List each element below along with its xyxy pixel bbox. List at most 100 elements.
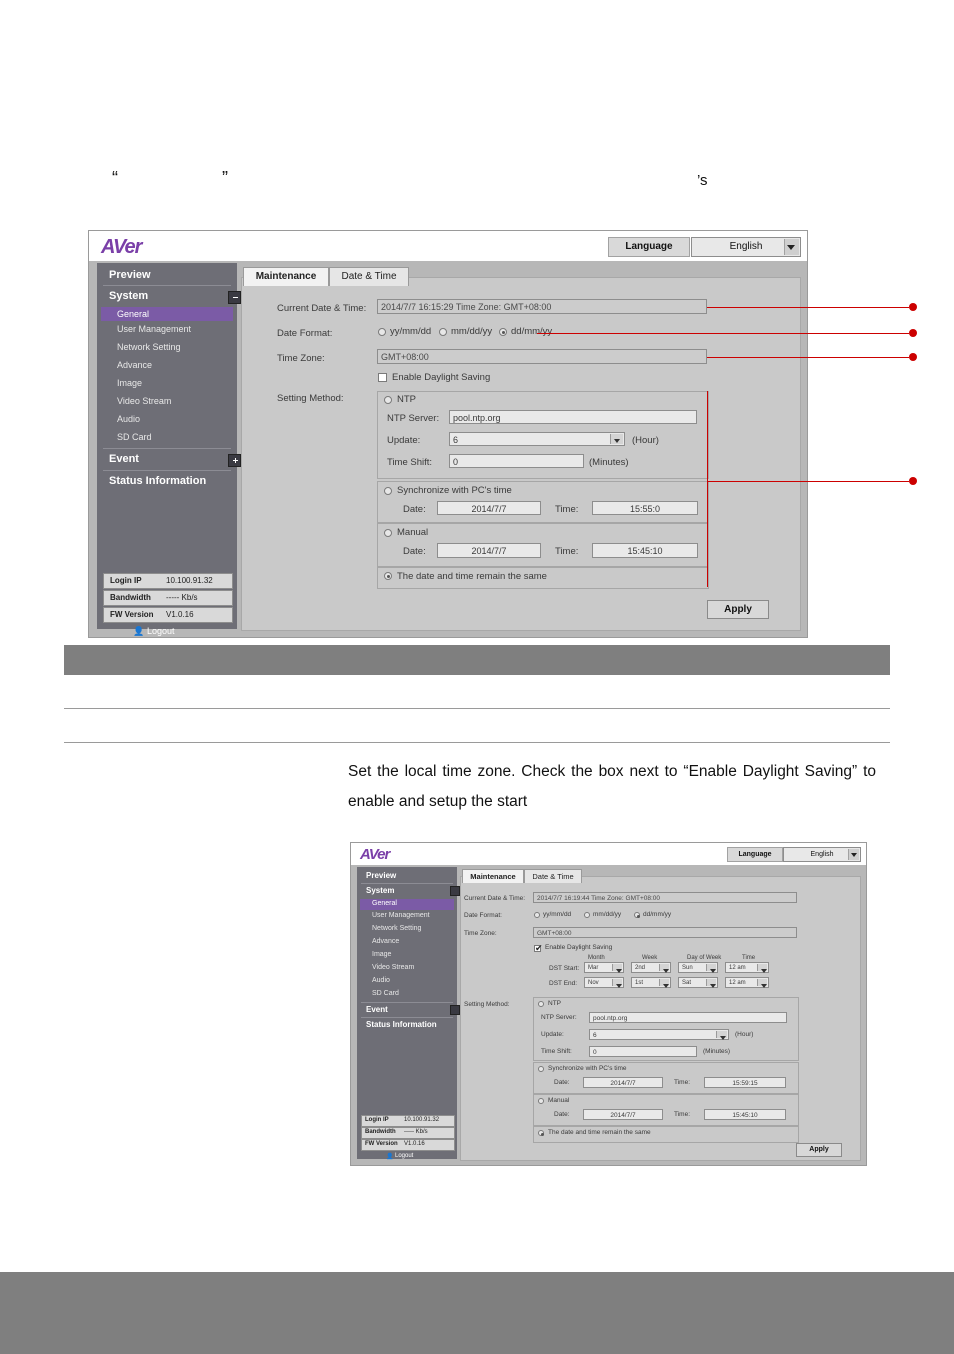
dst-start-time-select[interactable]: 12 am bbox=[725, 962, 769, 973]
dst-start-day-select[interactable]: Sun bbox=[678, 962, 718, 973]
chevron-down-icon[interactable] bbox=[706, 964, 716, 973]
manual-date-field[interactable]: 2014/7/7 bbox=[437, 543, 541, 558]
language-select[interactable]: English bbox=[691, 237, 801, 257]
chevron-down-icon[interactable] bbox=[757, 964, 767, 973]
sync-date-value: 2014/7/7 bbox=[471, 504, 507, 514]
sidebar-item-network-setting[interactable]: Network Setting bbox=[97, 342, 257, 352]
dst-start-week-select[interactable]: 2nd bbox=[631, 962, 671, 973]
sidebar-item-status-information[interactable]: Status Information bbox=[97, 475, 249, 487]
sync-time-field[interactable]: 15:55:0 bbox=[592, 501, 698, 515]
radio-date-format-ddmmyy[interactable] bbox=[499, 328, 507, 336]
radio-remain-same[interactable] bbox=[384, 572, 392, 580]
radio2-manual[interactable] bbox=[538, 1098, 544, 1104]
sidebar-item-sd-card[interactable]: SD Card bbox=[97, 432, 257, 442]
time-shift-field-2[interactable]: 0 bbox=[589, 1046, 697, 1057]
sidebar2-item-video-stream[interactable]: Video Stream bbox=[357, 964, 472, 971]
sidebar-item-audio[interactable]: Audio bbox=[97, 414, 257, 424]
manual-time-field-2[interactable]: 15:45:10 bbox=[704, 1109, 786, 1120]
dst-col-month: Month bbox=[588, 955, 605, 961]
tab2-maintenance[interactable]: Maintenance bbox=[462, 869, 524, 883]
sidebar2-item-audio[interactable]: Audio bbox=[357, 977, 472, 984]
sidebar2-item-event[interactable]: Event bbox=[357, 1005, 466, 1015]
sidebar-item-preview[interactable]: Preview bbox=[97, 269, 249, 281]
radio2-ntp[interactable] bbox=[538, 1001, 544, 1007]
sidebar2-item-advance[interactable]: Advance bbox=[357, 938, 472, 945]
current-datetime-label-2: Current Date & Time: bbox=[464, 895, 526, 902]
update-select[interactable]: 6 bbox=[449, 432, 625, 446]
tab2-date-time[interactable]: Date & Time bbox=[524, 869, 582, 883]
sidebar-item-event[interactable]: Event bbox=[97, 453, 249, 467]
sidebar2-item-network-setting[interactable]: Network Setting bbox=[357, 925, 472, 932]
sidebar-item-system[interactable]: System bbox=[97, 290, 249, 304]
sidebar2-item-sd-card[interactable]: SD Card bbox=[357, 990, 472, 997]
radio-manual[interactable] bbox=[384, 529, 392, 537]
sidebar2-item-user-management[interactable]: User Management bbox=[357, 912, 472, 919]
radio2-date-format-yymmdd[interactable] bbox=[534, 912, 540, 918]
sync-time-label: Time: bbox=[555, 504, 579, 515]
time-zone-label-2: Time Zone: bbox=[464, 930, 497, 937]
dst-end-month-select[interactable]: Nov bbox=[584, 977, 624, 988]
chevron-down-icon[interactable] bbox=[612, 964, 622, 973]
sidebar-item-label: General bbox=[117, 309, 150, 319]
sidebar2-item-status-information[interactable]: Status Information bbox=[357, 1020, 466, 1029]
sidebar2-item-general[interactable]: General bbox=[360, 899, 454, 910]
quote-open-mark: “ bbox=[112, 168, 118, 188]
radio-date-format-mmddyy[interactable] bbox=[439, 328, 447, 336]
apply-button-2[interactable]: Apply bbox=[796, 1143, 842, 1157]
expander-minus-icon[interactable] bbox=[450, 886, 460, 896]
radio-date-format-yymmdd[interactable] bbox=[378, 328, 386, 336]
update-select-2[interactable]: 6 bbox=[589, 1029, 729, 1040]
manual-date-field-2[interactable]: 2014/7/7 bbox=[583, 1109, 663, 1120]
time-zone-field[interactable]: GMT+08:00 bbox=[377, 349, 707, 364]
language-value: English bbox=[729, 241, 763, 252]
enable-daylight-saving-label-2: Enable Daylight Saving bbox=[545, 944, 613, 951]
sidebar-item-video-stream[interactable]: Video Stream bbox=[97, 396, 257, 406]
sync-date-field-2[interactable]: 2014/7/7 bbox=[583, 1077, 663, 1088]
logout-button[interactable]: 👤 Logout bbox=[133, 626, 175, 636]
chevron-down-icon[interactable] bbox=[659, 964, 669, 973]
sidebar2-item-image[interactable]: Image bbox=[357, 951, 472, 958]
apply-button[interactable]: Apply bbox=[707, 600, 769, 619]
chevron-down-icon[interactable] bbox=[757, 979, 767, 988]
chevron-down-icon[interactable] bbox=[659, 979, 669, 988]
tab-maintenance[interactable]: Maintenance bbox=[243, 267, 329, 286]
expander-plus-icon[interactable] bbox=[450, 1005, 460, 1015]
manual-time-field[interactable]: 15:45:10 bbox=[592, 543, 698, 558]
time-zone-field-2[interactable]: GMT+08:00 bbox=[533, 927, 797, 938]
chevron-down-icon[interactable] bbox=[716, 1031, 727, 1040]
login-ip-value: 10.100.91.32 bbox=[404, 1117, 440, 1123]
sync-time-field-2[interactable]: 15:59:15 bbox=[704, 1077, 786, 1088]
radio-ntp[interactable] bbox=[384, 396, 392, 404]
fw-version-value: V1.0.16 bbox=[404, 1141, 425, 1147]
dst-end-week-select[interactable]: 1st bbox=[631, 977, 671, 988]
radio2-date-format-ddmmyy[interactable] bbox=[634, 912, 640, 918]
dst-end-day-select[interactable]: Sat bbox=[678, 977, 718, 988]
sync-date-field[interactable]: 2014/7/7 bbox=[437, 501, 541, 515]
radio2-date-format-mmddyy[interactable] bbox=[584, 912, 590, 918]
sidebar-item-label: Audio bbox=[372, 977, 390, 984]
ntp-server-field[interactable]: pool.ntp.org bbox=[449, 410, 697, 424]
sidebar-item-user-management[interactable]: User Management bbox=[97, 324, 257, 334]
sidebar-item-image[interactable]: Image bbox=[97, 378, 257, 388]
tab-date-time[interactable]: Date & Time bbox=[329, 267, 409, 286]
sidebar2-item-system[interactable]: System bbox=[357, 886, 466, 896]
sidebar2-item-preview[interactable]: Preview bbox=[357, 871, 466, 880]
sidebar-item-general[interactable]: General bbox=[101, 307, 233, 321]
chevron-down-icon[interactable] bbox=[612, 979, 622, 988]
chevron-down-icon[interactable] bbox=[610, 434, 623, 444]
ntp-server-field-2[interactable]: pool.ntp.org bbox=[589, 1012, 787, 1023]
sidebar-item-advance[interactable]: Advance bbox=[97, 360, 257, 370]
chevron-down-icon[interactable] bbox=[706, 979, 716, 988]
enable-daylight-saving-checkbox-2[interactable] bbox=[534, 943, 543, 954]
radio-sync-pc[interactable] bbox=[384, 487, 392, 495]
time-shift-field[interactable]: 0 bbox=[449, 454, 584, 468]
language-select-2[interactable]: English bbox=[783, 847, 861, 862]
footer-bar bbox=[0, 1272, 954, 1354]
radio2-sync-pc[interactable] bbox=[538, 1066, 544, 1072]
dst-end-time-select[interactable]: 12 am bbox=[725, 977, 769, 988]
dst-start-week-value: 2nd bbox=[635, 965, 646, 971]
logout-button-2[interactable]: 👤 Logout bbox=[386, 1153, 413, 1160]
dst-start-month-select[interactable]: Mar bbox=[584, 962, 624, 973]
enable-daylight-saving-checkbox[interactable] bbox=[378, 373, 387, 382]
radio2-remain-same[interactable] bbox=[538, 1130, 544, 1136]
